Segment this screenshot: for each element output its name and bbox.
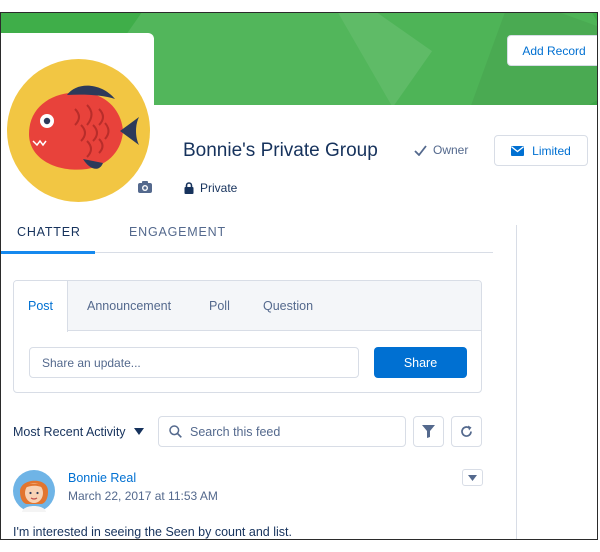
checkmark-icon	[414, 144, 427, 156]
envelope-icon	[511, 145, 525, 156]
post-actions-menu[interactable]	[462, 469, 483, 486]
publisher: Post Announcement Poll Question Share	[13, 280, 482, 393]
publisher-tab-poll[interactable]: Poll	[209, 281, 230, 331]
publisher-tab-post[interactable]: Post	[14, 281, 69, 332]
sort-dropdown[interactable]: Most Recent Activity	[13, 416, 144, 447]
feed-search-input[interactable]	[190, 424, 390, 439]
search-icon	[169, 425, 182, 438]
record-tabs: CHATTER ENGAGEMENT	[1, 225, 493, 254]
owner-status: Owner	[414, 143, 468, 157]
publisher-tabs: Post Announcement Poll Question	[14, 281, 481, 332]
publisher-tab-question[interactable]: Question	[263, 281, 313, 331]
lock-icon	[184, 182, 194, 194]
tab-engagement[interactable]: ENGAGEMENT	[129, 225, 226, 253]
column-divider	[516, 225, 517, 539]
privacy-indicator: Private	[184, 181, 237, 195]
privacy-label: Private	[200, 181, 238, 195]
caret-down-icon	[468, 474, 477, 481]
refresh-icon	[461, 425, 472, 437]
add-record-button[interactable]: Add Record	[507, 35, 597, 66]
share-update-input[interactable]	[29, 347, 359, 378]
publisher-tab-announcement[interactable]: Announcement	[87, 281, 171, 331]
group-avatar-card	[1, 33, 154, 202]
owner-label: Owner	[433, 143, 469, 157]
caret-down-icon	[133, 428, 144, 435]
post-timestamp[interactable]: March 22, 2017 at 11:53 AM	[68, 489, 218, 503]
camera-icon[interactable]	[138, 181, 152, 193]
feed-controls: Most Recent Activity	[13, 416, 483, 447]
filter-button[interactable]	[413, 416, 444, 447]
fish-avatar-icon[interactable]	[7, 59, 150, 202]
post-author-link[interactable]: Bonnie Real	[68, 471, 136, 485]
feed-search[interactable]	[158, 416, 406, 447]
group-title: Bonnie's Private Group	[183, 140, 378, 161]
share-button[interactable]: Share	[374, 347, 467, 378]
tab-chatter[interactable]: CHATTER	[1, 225, 95, 254]
user-avatar[interactable]	[13, 470, 55, 512]
sort-label: Most Recent Activity	[13, 424, 126, 439]
group-page: Add Record Bonnie's Private Group Owner …	[0, 12, 598, 540]
post-body: I'm interested in seeing the Seen by cou…	[13, 525, 292, 539]
limited-label: Limited	[532, 143, 571, 158]
refresh-button[interactable]	[451, 416, 482, 447]
filter-icon	[422, 425, 435, 438]
email-notification-button[interactable]: Limited	[494, 135, 588, 166]
